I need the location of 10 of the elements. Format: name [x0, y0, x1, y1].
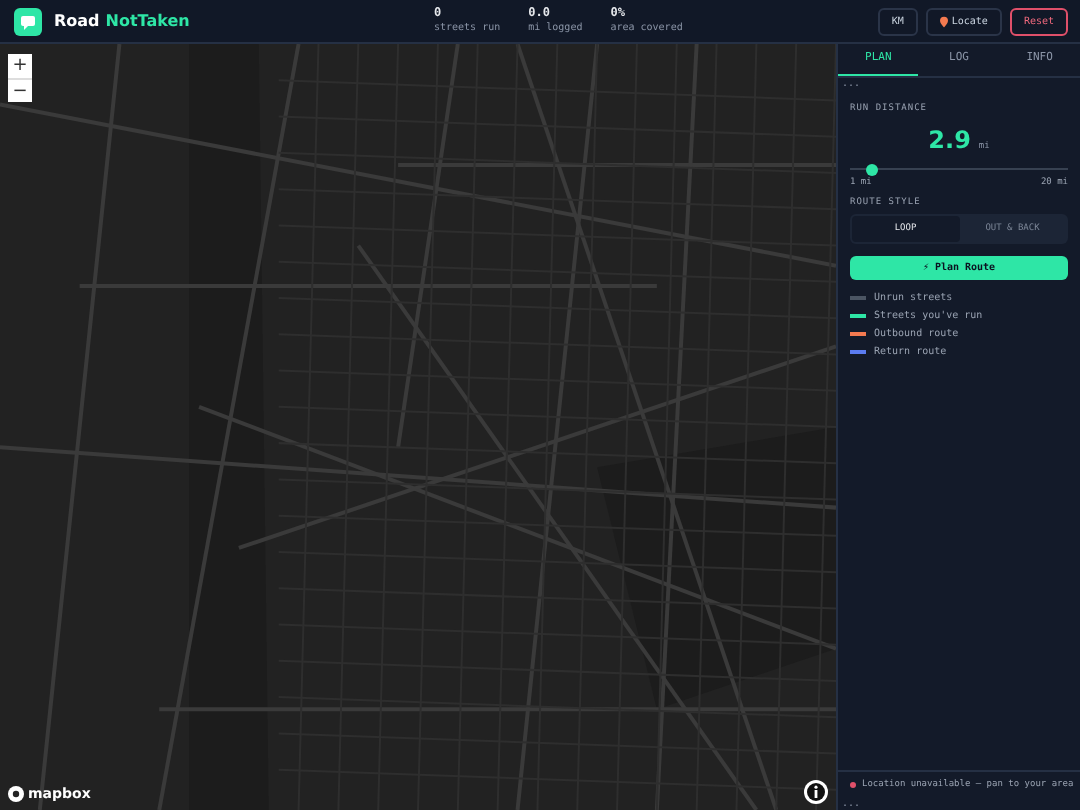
error-dot-icon — [850, 782, 856, 788]
app-name-accent: NotTaken — [105, 12, 190, 30]
app-name: Road — [54, 12, 100, 30]
slider-thumb[interactable] — [865, 163, 878, 175]
distance-value: 2.9 — [928, 126, 971, 154]
mapbox-logo-icon — [8, 786, 24, 802]
zoom-out-button[interactable]: − — [8, 78, 32, 102]
map-pin-icon — [939, 15, 948, 27]
logo-icon — [14, 7, 42, 35]
info-icon[interactable] — [804, 780, 828, 804]
